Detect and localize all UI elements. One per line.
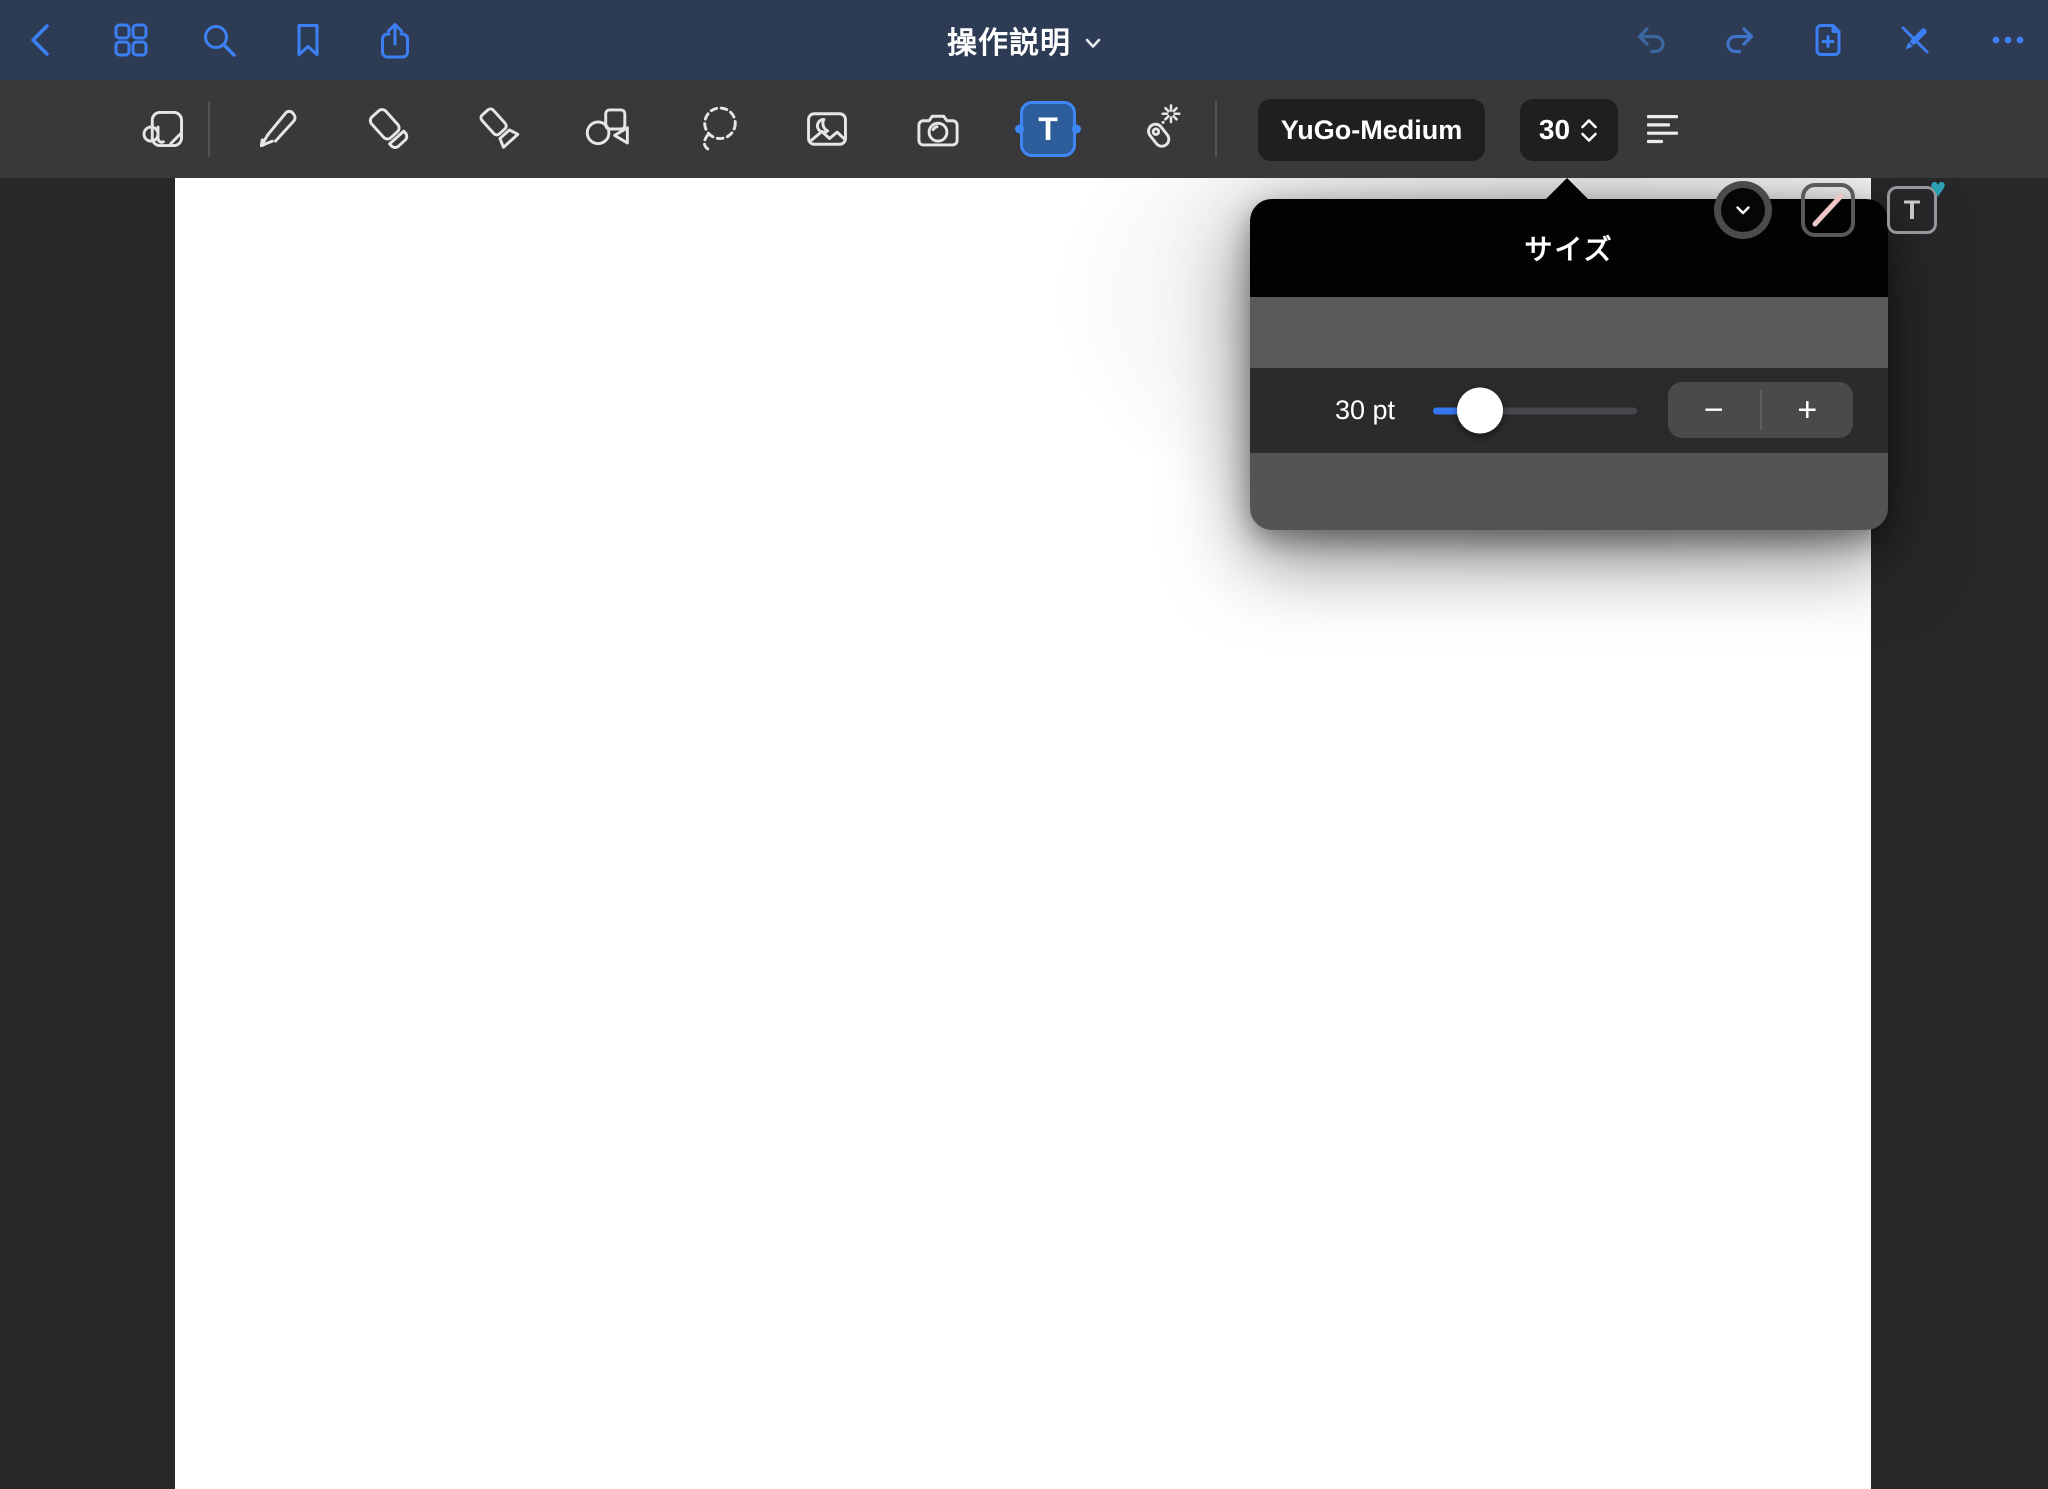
font-button[interactable]: YuGo-Medium (1258, 99, 1485, 161)
redo-icon (1726, 27, 1754, 54)
more-button[interactable] (1986, 18, 2030, 62)
text-align-button[interactable] (1631, 97, 1695, 161)
lasso-icon (702, 106, 737, 151)
color-swatch-black (1721, 188, 1765, 232)
toolbar-divider (208, 101, 210, 157)
editing-toolbar: T YuGo-Medium 30 T ♥ (0, 80, 2048, 239)
toolbar-divider (1215, 101, 1217, 157)
heart-icon: ♥ (1929, 173, 1946, 203)
shapes-icon (585, 108, 629, 146)
font-name-label: YuGo-Medium (1280, 114, 1463, 145)
eraser-tool-button[interactable] (357, 97, 421, 161)
back-button[interactable] (21, 18, 65, 62)
pen-cross-icon (1901, 26, 1929, 54)
popover-preview-row (1250, 297, 1888, 368)
camera-icon (917, 114, 959, 147)
image-tool-button[interactable] (795, 97, 859, 161)
laser-pointer-tool-button[interactable] (1125, 97, 1189, 161)
size-stepper: − + (1668, 382, 1853, 438)
align-left-icon (1647, 115, 1678, 144)
text-color-button[interactable] (1714, 181, 1772, 239)
size-slider[interactable] (1433, 387, 1637, 434)
popover-slider-row: 30 pt − + (1250, 368, 1888, 453)
highlighter-tool-button[interactable] (468, 97, 532, 161)
undo-icon (1637, 27, 1665, 54)
share-button[interactable] (373, 18, 417, 62)
chevron-down-icon (1736, 205, 1750, 214)
shapes-tool-button[interactable] (575, 97, 639, 161)
slider-thumb[interactable] (1456, 387, 1503, 434)
title-menu-button[interactable] (1085, 38, 1101, 49)
text-tool-selected-chip: T (1015, 101, 1081, 157)
search-icon (204, 25, 236, 57)
stroke-line-icon (1812, 193, 1844, 227)
lasso-tool-button[interactable] (688, 97, 752, 161)
bookmark-icon (297, 24, 319, 56)
undo-button[interactable] (1630, 18, 1674, 62)
share-icon (381, 23, 409, 59)
document-title[interactable]: 操作説明 (947, 18, 1071, 62)
camera-tool-button[interactable] (906, 97, 970, 161)
size-popover: サイズ 30 pt − + (1250, 178, 1888, 530)
add-page-icon (1815, 24, 1841, 56)
highlighter-icon (479, 107, 520, 149)
thumbnails-button[interactable] (109, 18, 153, 62)
add-page-button[interactable] (1806, 18, 1850, 62)
popover-title: サイズ (1524, 234, 1614, 265)
redo-button[interactable] (1717, 18, 1761, 62)
stroke-style-button[interactable] (1801, 183, 1855, 237)
popover-footer-row (1250, 453, 1888, 530)
handwriting-icon (142, 110, 184, 148)
popover-arrow (1546, 178, 1588, 199)
grid-icon (114, 23, 148, 57)
popover-header: サイズ (1250, 199, 1888, 297)
increase-size-button[interactable]: + (1762, 382, 1854, 438)
exit-editing-button[interactable] (1893, 18, 1937, 62)
text-style-button[interactable]: T ♥ (1887, 175, 1946, 234)
back-chevron-icon (31, 24, 49, 56)
chevron-up-down-icon (1581, 118, 1597, 142)
text-tool-glyph: T (1038, 110, 1058, 147)
top-navigation-bar: 操作説明 (0, 0, 2048, 80)
text-tool-button[interactable]: T (1015, 97, 1081, 161)
size-value-label: 30 pt (1335, 395, 1396, 425)
ellipsis-icon (1992, 36, 2024, 44)
text-style-glyph: T (1903, 194, 1921, 225)
search-button[interactable] (197, 18, 241, 62)
laser-pointer-icon (1147, 104, 1181, 148)
selection-handle-right (1072, 124, 1081, 134)
chevron-down-icon (1085, 38, 1101, 48)
font-size-button[interactable]: 30 (1520, 99, 1618, 161)
image-icon (807, 112, 847, 146)
decrease-size-button[interactable]: − (1668, 382, 1760, 438)
handwriting-tool-button[interactable] (133, 97, 197, 161)
eraser-icon (368, 108, 409, 149)
selection-handle-left (1015, 124, 1024, 134)
pen-tool-button[interactable] (246, 97, 310, 161)
app-window: 操作説明 T YuGo-Medium 30 T ♥ サイズ 30 pt − + (0, 0, 2048, 1489)
font-size-value: 30 (1538, 114, 1571, 145)
bookmark-button[interactable] (286, 18, 330, 62)
pen-icon (259, 109, 297, 148)
